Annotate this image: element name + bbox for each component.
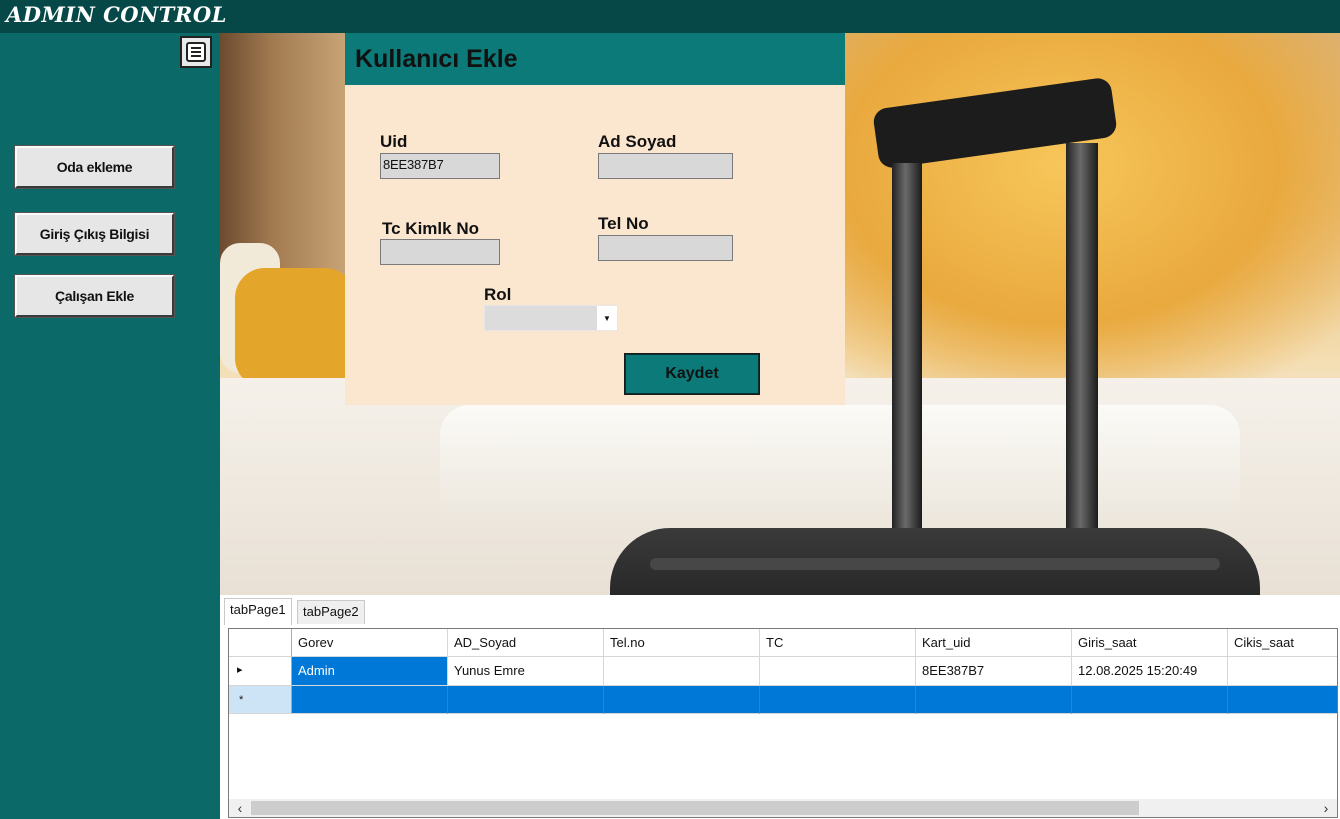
row-marker-icon[interactable]: ▸ xyxy=(229,657,292,686)
employee-add-button[interactable]: Çalışan Ekle xyxy=(14,274,175,318)
grid-cell[interactable]: 12.08.2025 15:20:49 xyxy=(1072,657,1228,686)
data-grid[interactable]: Gorev AD_Soyad Tel.no TC Kart_uid Giris_… xyxy=(228,628,1338,818)
tel-label: Tel No xyxy=(598,214,649,233)
entry-exit-info-button[interactable]: Giriş Çıkış Bilgisi xyxy=(14,212,175,256)
row-header-corner xyxy=(229,629,292,657)
new-row-marker-icon[interactable]: * xyxy=(229,686,292,714)
grid-cell[interactable] xyxy=(916,686,1072,714)
sidebar: Oda ekleme Giriş Çıkış Bilgisi Çalışan E… xyxy=(0,33,220,819)
chevron-down-icon[interactable]: ▼ xyxy=(597,306,617,330)
rol-select[interactable]: ▼ xyxy=(484,305,618,331)
save-button[interactable]: Kaydet xyxy=(625,354,759,394)
grid-header-row: Gorev AD_Soyad Tel.no TC Kart_uid Giris_… xyxy=(229,629,1337,657)
panel-header: Kullanıcı Ekle xyxy=(345,33,845,85)
grid-cell[interactable] xyxy=(604,686,760,714)
scroll-right-icon[interactable]: › xyxy=(1317,800,1335,816)
column-header[interactable]: Kart_uid xyxy=(916,629,1072,657)
hamburger-menu-icon xyxy=(186,42,206,62)
scrollbar-thumb[interactable] xyxy=(251,801,1139,815)
app-title: ADMIN CONTROL xyxy=(6,2,227,27)
tab-page2[interactable]: tabPage2 xyxy=(297,600,365,624)
horizontal-scrollbar[interactable]: ‹ › xyxy=(229,799,1337,817)
table-row[interactable]: ▸ Admin Yunus Emre 8EE387B7 12.08.2025 1… xyxy=(229,657,1337,686)
grid-cell[interactable] xyxy=(1072,686,1228,714)
grid-cell[interactable]: Yunus Emre xyxy=(448,657,604,686)
new-row[interactable]: * xyxy=(229,686,1337,714)
user-add-panel: Kullanıcı Ekle Uid 8EE387B7 Ad Soyad Tc … xyxy=(345,33,845,405)
tc-label: Tc Kimlk No xyxy=(382,219,479,238)
grid-cell[interactable] xyxy=(760,657,916,686)
uid-label: Uid xyxy=(380,132,408,151)
column-header[interactable]: Gorev xyxy=(292,629,448,657)
column-header[interactable]: Giris_saat xyxy=(1072,629,1228,657)
ad-soyad-label: Ad Soyad xyxy=(598,132,677,151)
column-header[interactable]: TC xyxy=(760,629,916,657)
room-add-button[interactable]: Oda ekleme xyxy=(14,145,175,189)
grid-cell[interactable] xyxy=(1228,657,1337,686)
rol-label: Rol xyxy=(484,285,512,304)
grid-cell[interactable]: 8EE387B7 xyxy=(916,657,1072,686)
hamburger-menu-button[interactable] xyxy=(180,36,212,68)
tc-field[interactable] xyxy=(380,239,500,265)
grid-cell[interactable]: Admin xyxy=(292,657,448,686)
uid-field[interactable]: 8EE387B7 xyxy=(380,153,500,179)
title-bar: ADMIN CONTROL xyxy=(0,0,1340,33)
ad-soyad-field[interactable] xyxy=(598,153,733,179)
column-header[interactable]: Cikis_saat xyxy=(1228,629,1337,657)
scroll-left-icon[interactable]: ‹ xyxy=(231,800,249,816)
grid-cell[interactable] xyxy=(760,686,916,714)
grid-cell[interactable] xyxy=(292,686,448,714)
column-header[interactable]: AD_Soyad xyxy=(448,629,604,657)
grid-cell[interactable] xyxy=(1228,686,1337,714)
panel-title: Kullanıcı Ekle xyxy=(355,45,518,73)
grid-cell[interactable] xyxy=(604,657,760,686)
column-header[interactable]: Tel.no xyxy=(604,629,760,657)
grid-cell[interactable] xyxy=(448,686,604,714)
tel-field[interactable] xyxy=(598,235,733,261)
tab-page1[interactable]: tabPage1 xyxy=(224,598,292,625)
